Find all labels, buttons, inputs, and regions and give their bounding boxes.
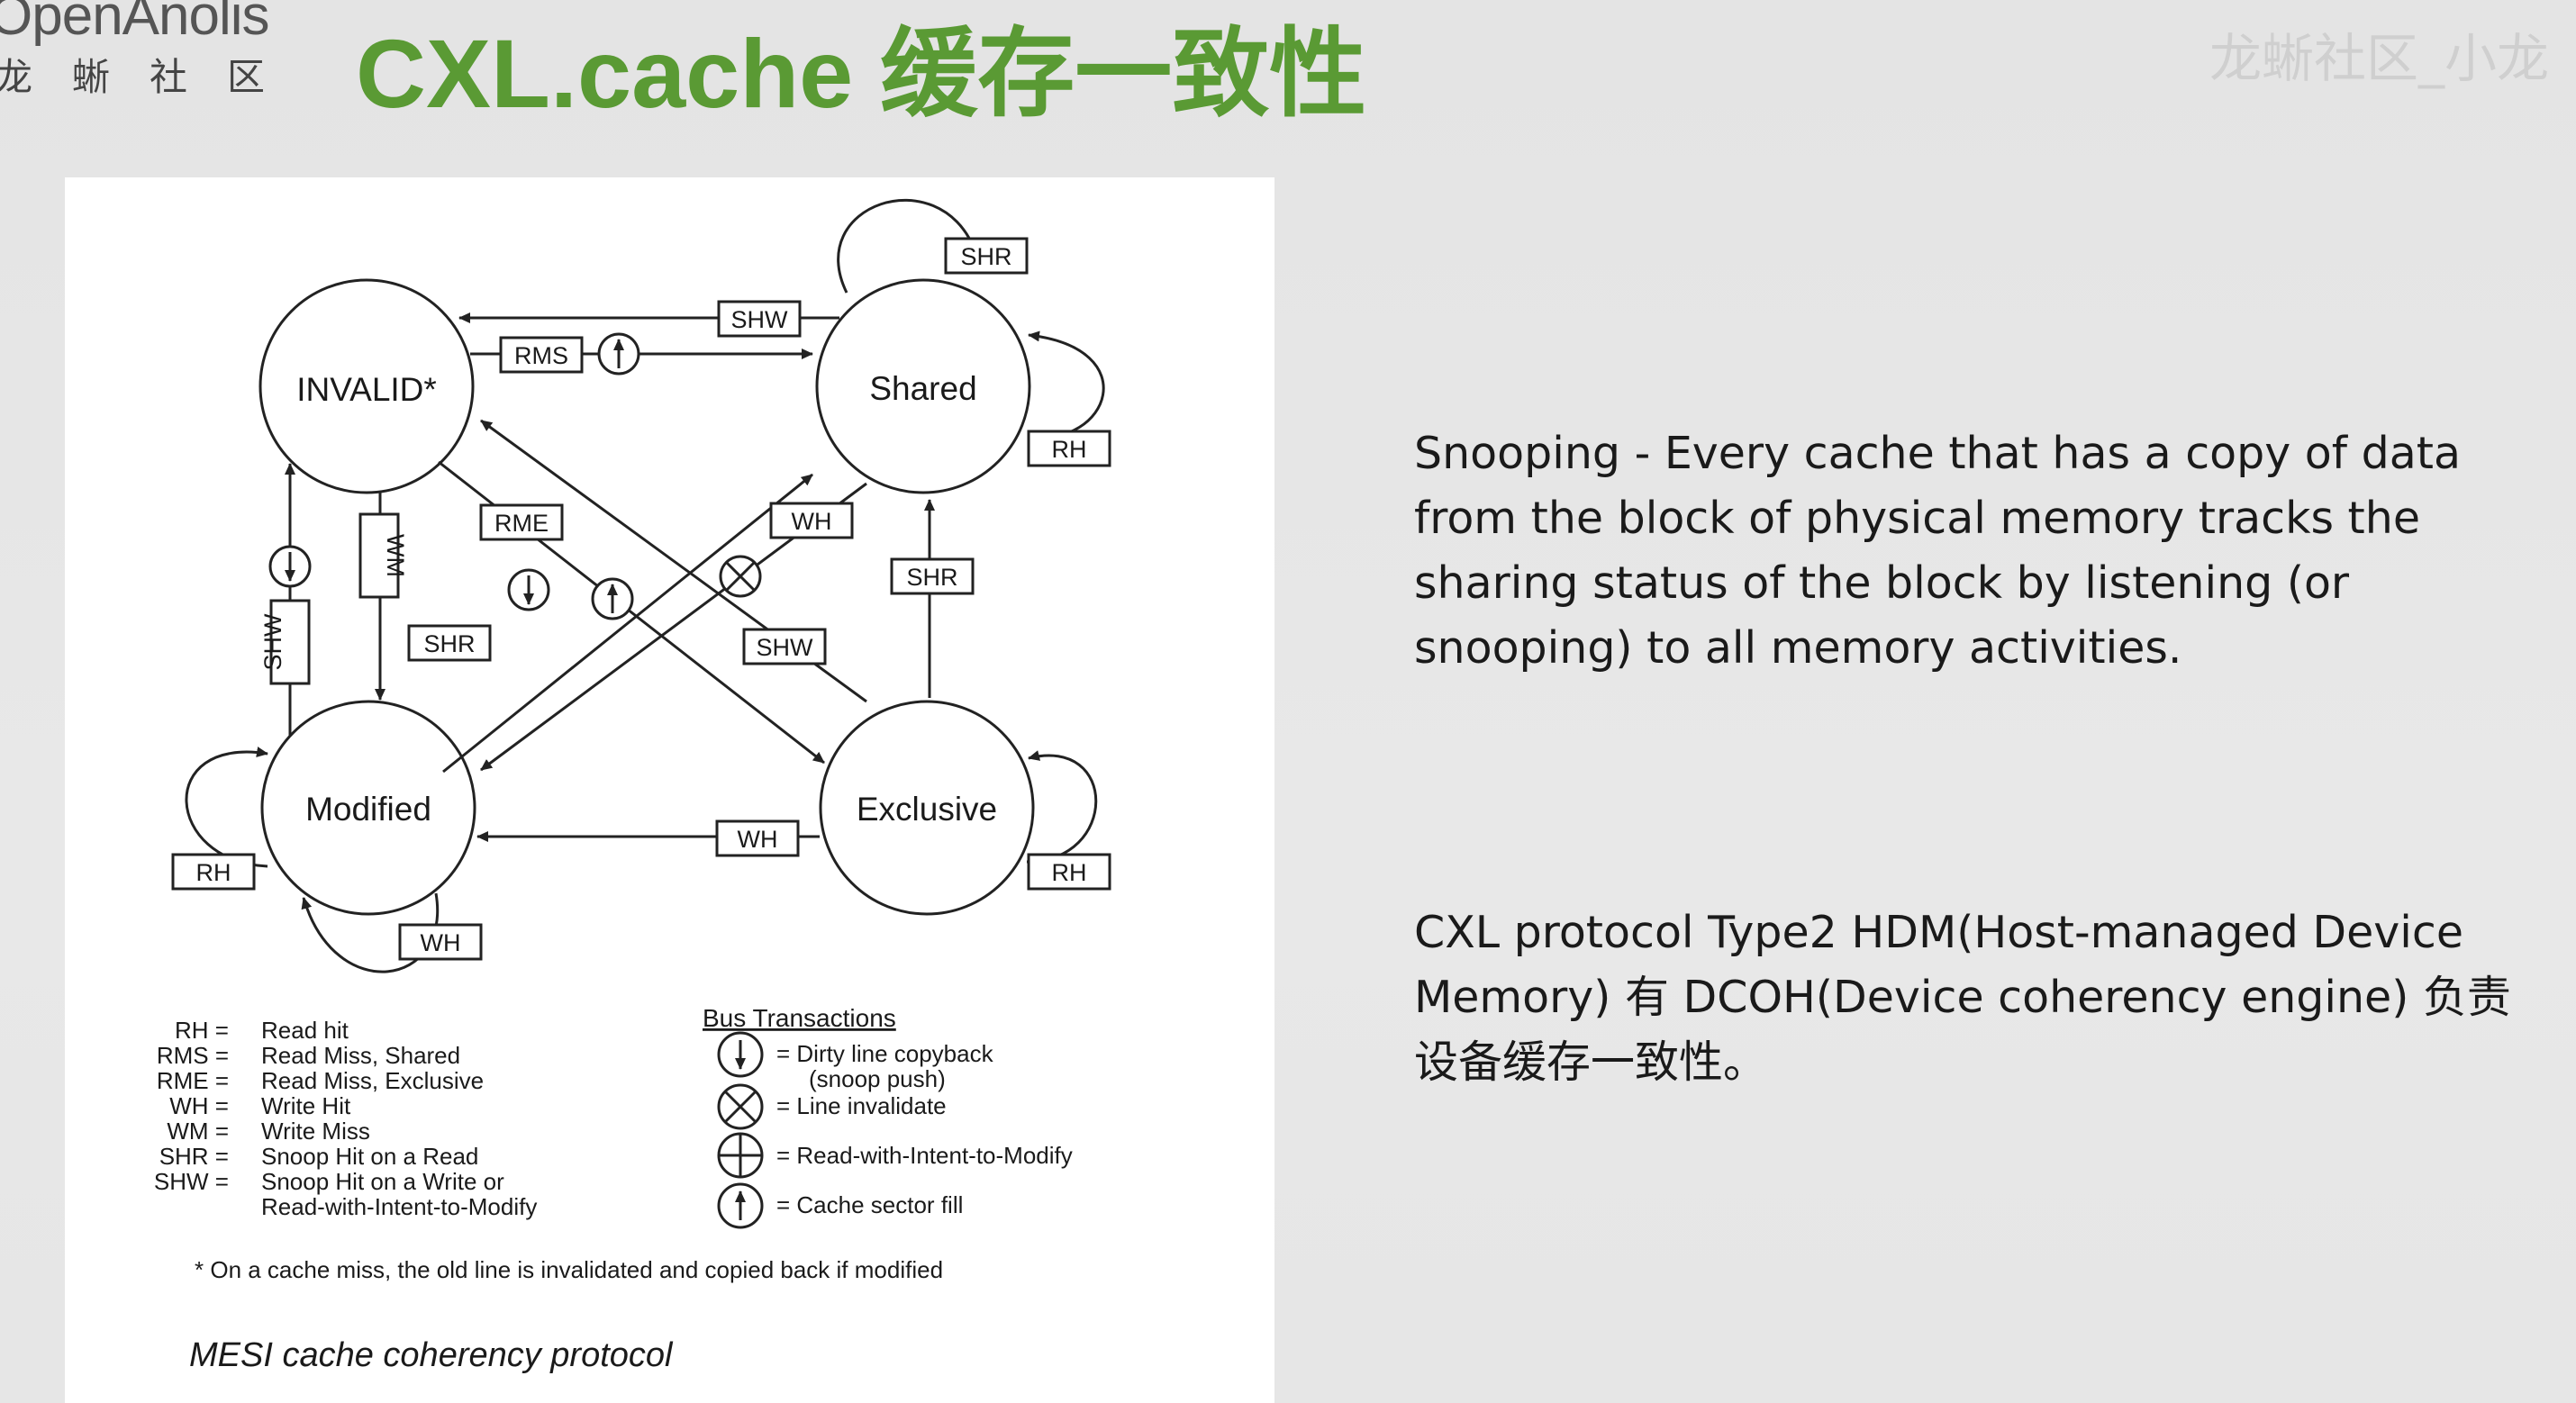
edge-label-wh: WH	[792, 508, 832, 535]
legend-abbr: RME =	[157, 1067, 229, 1094]
edge-label-shw: SHW	[757, 634, 814, 661]
bus-item: (snoop push)	[809, 1065, 946, 1092]
snooping-text: Snooping - Every cache that has a copy o…	[1414, 428, 2461, 674]
openanolis-logo: OpenAnolis 龙蜥社区	[0, 0, 297, 99]
edge-label-rms: RMS	[514, 342, 568, 369]
diagram-caption: MESI cache coherency protocol	[189, 1336, 674, 1374]
edge-label-rme: RME	[494, 510, 549, 537]
edge-label-shr: SHR	[960, 243, 1011, 270]
edge-label-wh: WH	[738, 826, 778, 853]
legend-text: Snoop Hit on a Write or	[261, 1168, 504, 1195]
legend-text: Read Miss, Exclusive	[261, 1067, 484, 1094]
label-modified: Modified	[305, 791, 431, 828]
edge-label-rh: RH	[1052, 859, 1087, 886]
label-invalid: INVALID*	[296, 371, 437, 408]
legend-text: Read-with-Intent-to-Modify	[261, 1193, 537, 1220]
legend-text: Write Miss	[261, 1118, 370, 1145]
legend-text: Read hit	[261, 1017, 349, 1044]
legend-abbr: RMS =	[157, 1042, 229, 1069]
label-exclusive: Exclusive	[857, 791, 997, 828]
edge-label-shw: SHW	[731, 306, 789, 333]
bus-transactions-title: Bus Transactions	[703, 1004, 896, 1032]
loop-modified-rh	[185, 747, 268, 868]
legend-abbr: RH =	[175, 1017, 229, 1044]
edge-label-rh: RH	[1052, 436, 1087, 463]
edge-label-wm: WM	[382, 534, 409, 577]
bus-item: = Cache sector fill	[776, 1191, 963, 1218]
cxl-text: CXL protocol Type2 HDM(Host-managed Devi…	[1414, 907, 2511, 1088]
slide-title: CXL.cache 缓存一致性	[356, 19, 1367, 128]
legend-abbr: WM =	[167, 1118, 229, 1145]
label-shared: Shared	[869, 370, 976, 407]
loop-shared-rh	[1028, 330, 1105, 439]
edge-label-shr: SHR	[423, 630, 475, 657]
legend-abbr: SHW =	[154, 1168, 229, 1195]
bus-item: = Line invalidate	[776, 1092, 947, 1119]
legend-text: Write Hit	[261, 1092, 351, 1119]
legend-abbr: SHR =	[159, 1143, 229, 1170]
bus-item: = Read-with-Intent-to-Modify	[776, 1142, 1073, 1169]
bus-item: = Dirty line copyback	[776, 1040, 994, 1067]
watermark: 龙蜥社区_小龙	[2209, 28, 2549, 89]
mesi-diagram: INVALID* Shared Modified Exclusive SHW R…	[154, 198, 1111, 1374]
logo-text-en: OpenAnolis	[0, 0, 270, 47]
mesi-diagram-panel: INVALID* Shared Modified Exclusive SHW R…	[65, 177, 1274, 1403]
edge-label-rh: RH	[196, 859, 231, 886]
edge-label-shw: SHW	[259, 613, 286, 671]
logo-text-cn: 龙蜥社区	[0, 55, 305, 99]
legend-text: Read Miss, Shared	[261, 1042, 460, 1069]
loop-exclusive-rh	[1026, 750, 1098, 864]
legend-abbr: WH =	[169, 1092, 229, 1119]
footnote: * On a cache miss, the old line is inval…	[195, 1256, 943, 1283]
legend-text: Snoop Hit on a Read	[261, 1143, 478, 1170]
edge-label-shr: SHR	[906, 564, 957, 591]
edge-label-wh: WH	[421, 929, 461, 956]
